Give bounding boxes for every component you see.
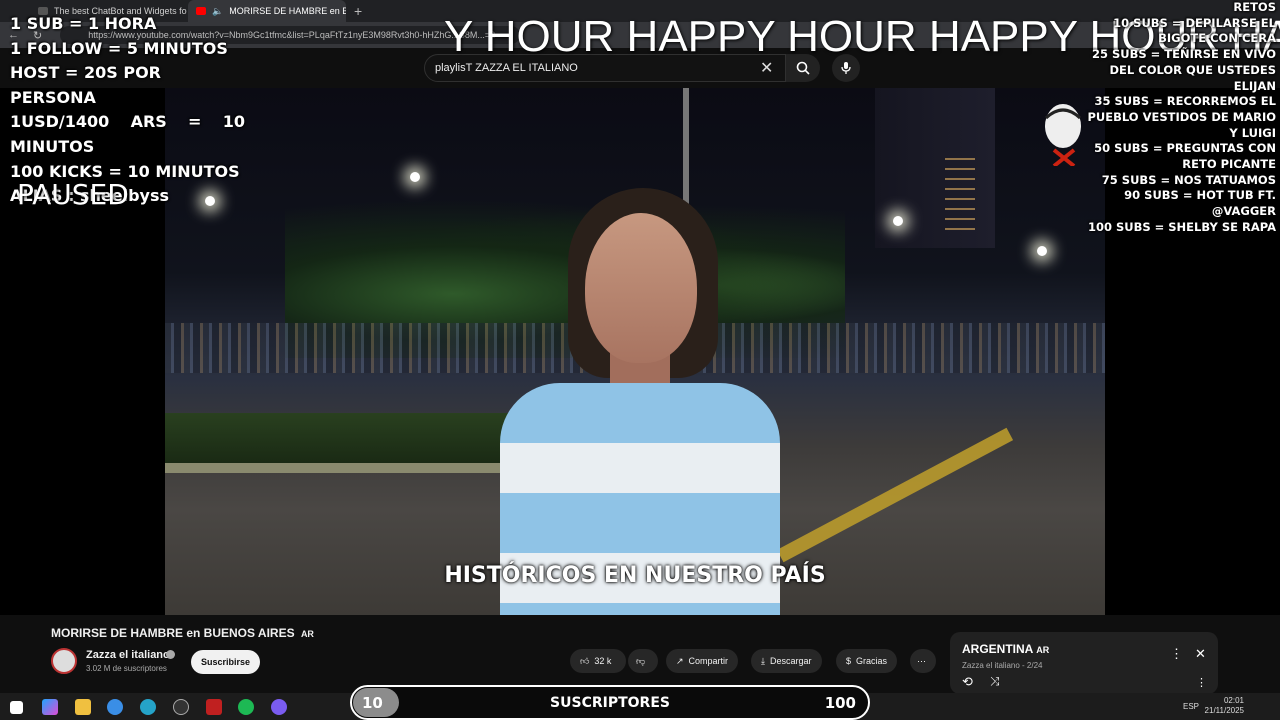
video-subtitle: HISTÓRICOS EN NUESTRO PAÍS — [444, 563, 826, 588]
edge-icon[interactable] — [140, 699, 156, 715]
share-icon: ↗ — [676, 655, 684, 666]
video-woman — [490, 188, 790, 615]
paused-label: PAUSED — [17, 178, 129, 211]
rule-part: = — [188, 112, 202, 132]
rule-line: 1 SUB = 1 HORA — [10, 14, 157, 33]
playlist-menu-icon[interactable]: ⋮ — [1170, 646, 1183, 662]
playlist-flag: AR — [1036, 645, 1050, 655]
video-grass — [165, 413, 525, 473]
screen: The best ChatBot and Widgets fo ✕ 🔈 MORI… — [0, 0, 1280, 720]
file-explorer-icon[interactable] — [75, 699, 91, 715]
share-label: Compartir — [688, 656, 729, 666]
thanks-label: Gracias — [856, 656, 888, 666]
playlist-more-icon[interactable]: ⋮ — [1196, 676, 1207, 689]
rule-part: 1USD/1400 — [10, 112, 110, 132]
subscribe-button[interactable]: Suscribirse — [191, 650, 261, 674]
thanks-button[interactable]: $ Gracias — [836, 649, 898, 673]
playlist-title: ARGENTINA AR — [962, 642, 1049, 656]
video-street-lamp — [893, 216, 903, 226]
video-title-flag: AR — [300, 629, 314, 639]
channel-name[interactable]: Zazza el italiano — [86, 649, 170, 661]
challenge-item: 25 SUBS = TEÑIRSE EN VIVO DEL COLOR QUE … — [1091, 47, 1276, 93]
share-button[interactable]: ↗ Compartir — [666, 649, 739, 673]
loop-icon[interactable]: ⟲ — [962, 674, 973, 690]
video-title: MORIRSE DE HAMBRE en BUENOS AIRES AR — [51, 626, 314, 640]
dislike-button[interactable]: 👎︎ — [628, 649, 658, 673]
discord-icon[interactable] — [271, 699, 287, 715]
video-building-lights — [945, 158, 975, 238]
playlist-panel[interactable]: ARGENTINA AR Zazza el italiano - 2/24 ⋮ … — [950, 632, 1218, 694]
subscriber-goal-label: SUSCRIPTORES — [550, 695, 670, 711]
challenge-item: 75 SUBS = NOS TATUAMOS — [1101, 172, 1276, 187]
thanks-icon: $ — [846, 656, 852, 666]
thumbs-down-icon: 👎︎ — [636, 655, 646, 666]
video-info-panel: MORIRSE DE HAMBRE en BUENOS AIRES AR Zaz… — [0, 615, 1280, 694]
video-road-marking — [776, 427, 1014, 563]
shuffle-icon[interactable]: ⤨ — [990, 674, 1000, 689]
challenges-title: RETOS — [1233, 0, 1276, 14]
video-street-lamp — [410, 172, 420, 182]
video-street-lamp — [1037, 246, 1047, 256]
rule-part: ARS — [130, 112, 167, 132]
download-icon: ⤓ — [761, 655, 765, 666]
video-player[interactable]: HISTÓRICOS EN NUESTRO PAÍS — [165, 88, 1105, 615]
rule-line: MINUTOS — [10, 136, 95, 156]
like-count: 32 k — [594, 656, 612, 666]
chrome-icon[interactable] — [107, 699, 123, 715]
close-icon[interactable]: ✕ — [1195, 646, 1206, 662]
playlist-position: Zazza el italiano - 2/24 — [962, 661, 1043, 670]
thumbs-up-icon: 👍︎ — [580, 655, 590, 666]
subscriber-count: 3.02 M de suscriptores — [86, 664, 167, 673]
language-indicator[interactable]: ESP — [1183, 702, 1199, 711]
rule-line-exchange: 1USD/1400 ARS = 10 — [10, 110, 245, 135]
obs-icon[interactable] — [173, 699, 189, 715]
rule-line: 1 FOLLOW = 5 MINUTOS — [10, 38, 228, 58]
verified-check-icon — [166, 650, 175, 659]
new-tab-icon[interactable]: + — [354, 3, 362, 19]
challenge-item: 100 SUBS = SHELBY SE RAPA — [1087, 219, 1276, 234]
rule-line: HOST = 20S POR PERSONA — [10, 63, 161, 107]
playlist-title-text: ARGENTINA — [962, 642, 1033, 656]
face — [585, 213, 697, 363]
avatar[interactable] — [51, 648, 77, 674]
subscriber-goal-bar: 10 SUSCRIPTORES 100 — [350, 685, 870, 720]
tab-label: MORIRSE DE HAMBRE en BU — [229, 6, 346, 16]
download-label: Descargar — [769, 656, 812, 666]
search-icon — [796, 61, 810, 75]
windows-start-icon[interactable] — [10, 701, 23, 714]
challenge-item: 50 SUBS = PREGUNTAS CON RETO PICANTE — [1094, 141, 1276, 172]
copilot-icon[interactable] — [42, 699, 58, 715]
clock-date: 21/11/2025 — [1204, 706, 1244, 715]
video-title-text: MORIRSE DE HAMBRE en BUENOS AIRES — [51, 626, 295, 640]
challenge-item: 10 SUBS = DEPILARSE EL BIGOTE CON CERA — [1113, 15, 1276, 46]
app-icon[interactable] — [206, 699, 222, 715]
spotify-icon[interactable] — [238, 699, 254, 715]
download-button[interactable]: ⤓ Descargar — [751, 649, 822, 673]
more-icon: ⋯ — [917, 655, 926, 666]
clock-time: 02:01 — [1223, 696, 1244, 705]
system-clock[interactable]: 02:01 21/11/2025 — [1205, 696, 1244, 716]
challenges-overlay: RETOS 10 SUBS = DEPILARSE EL BIGOTE CON … — [1080, 0, 1276, 236]
sketch-face-icon — [1044, 104, 1082, 166]
more-actions-button[interactable]: ⋯ — [910, 649, 936, 673]
rule-part: 10 — [222, 112, 245, 132]
like-button[interactable]: 👍︎ 32 k — [570, 649, 626, 673]
challenge-item: 90 SUBS = HOT TUB FT. @VAGGER — [1124, 188, 1276, 219]
microphone-icon — [841, 62, 851, 74]
subscriber-goal-target: 100 — [824, 694, 856, 712]
challenge-item: 35 SUBS = RECORREMOS EL PUEBLO VESTIDOS … — [1087, 94, 1276, 140]
